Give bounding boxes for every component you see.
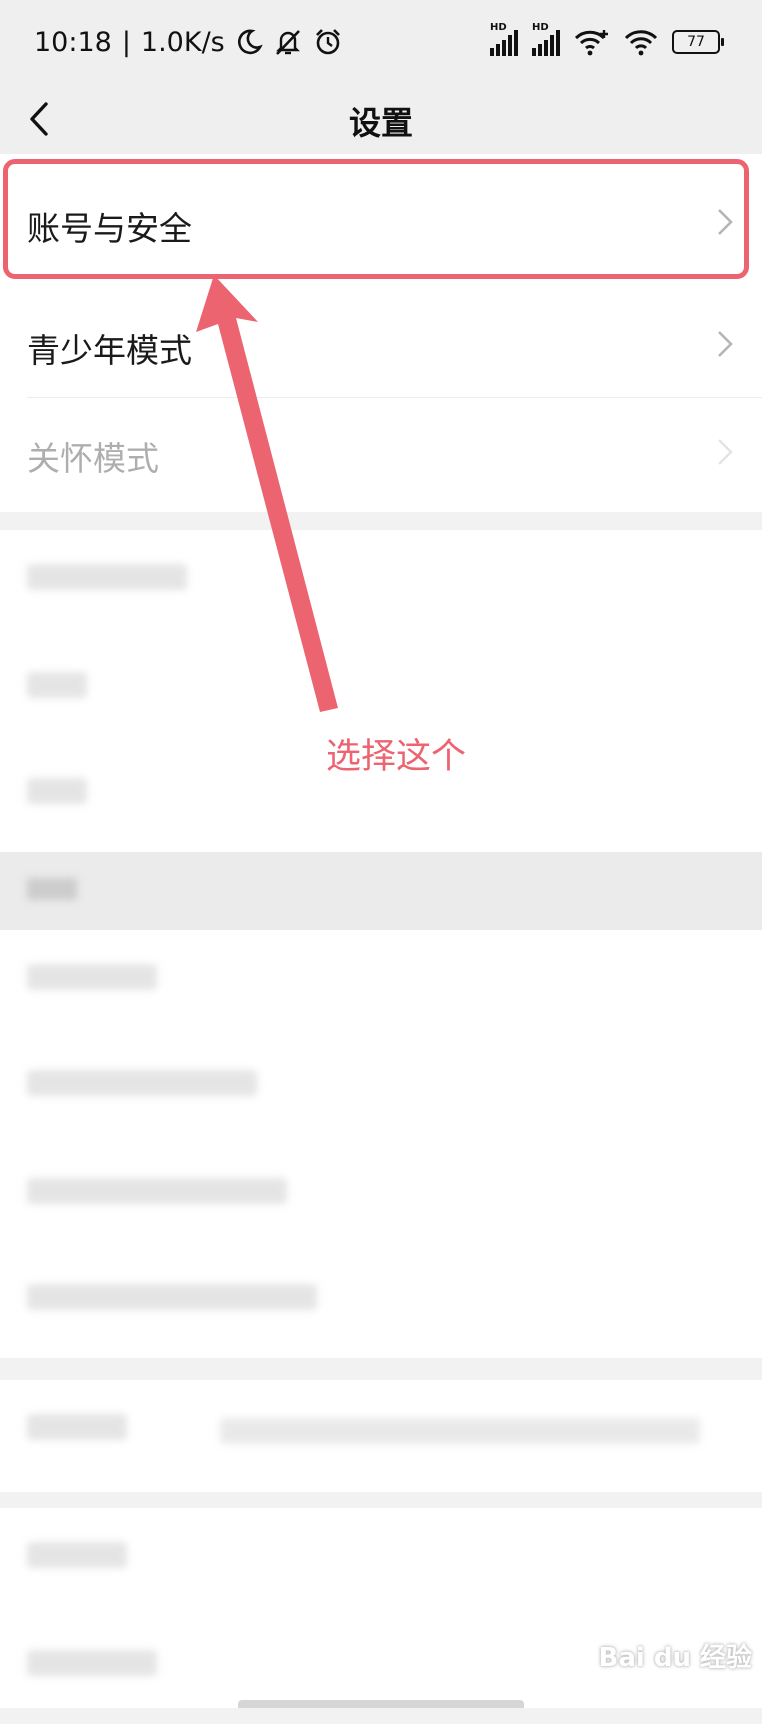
annotation-callout: 选择这个 [326,737,467,777]
watermark: Bai du 经验 [598,1643,753,1673]
annotation-arrow [196,275,338,712]
home-indicator[interactable] [238,1700,524,1708]
